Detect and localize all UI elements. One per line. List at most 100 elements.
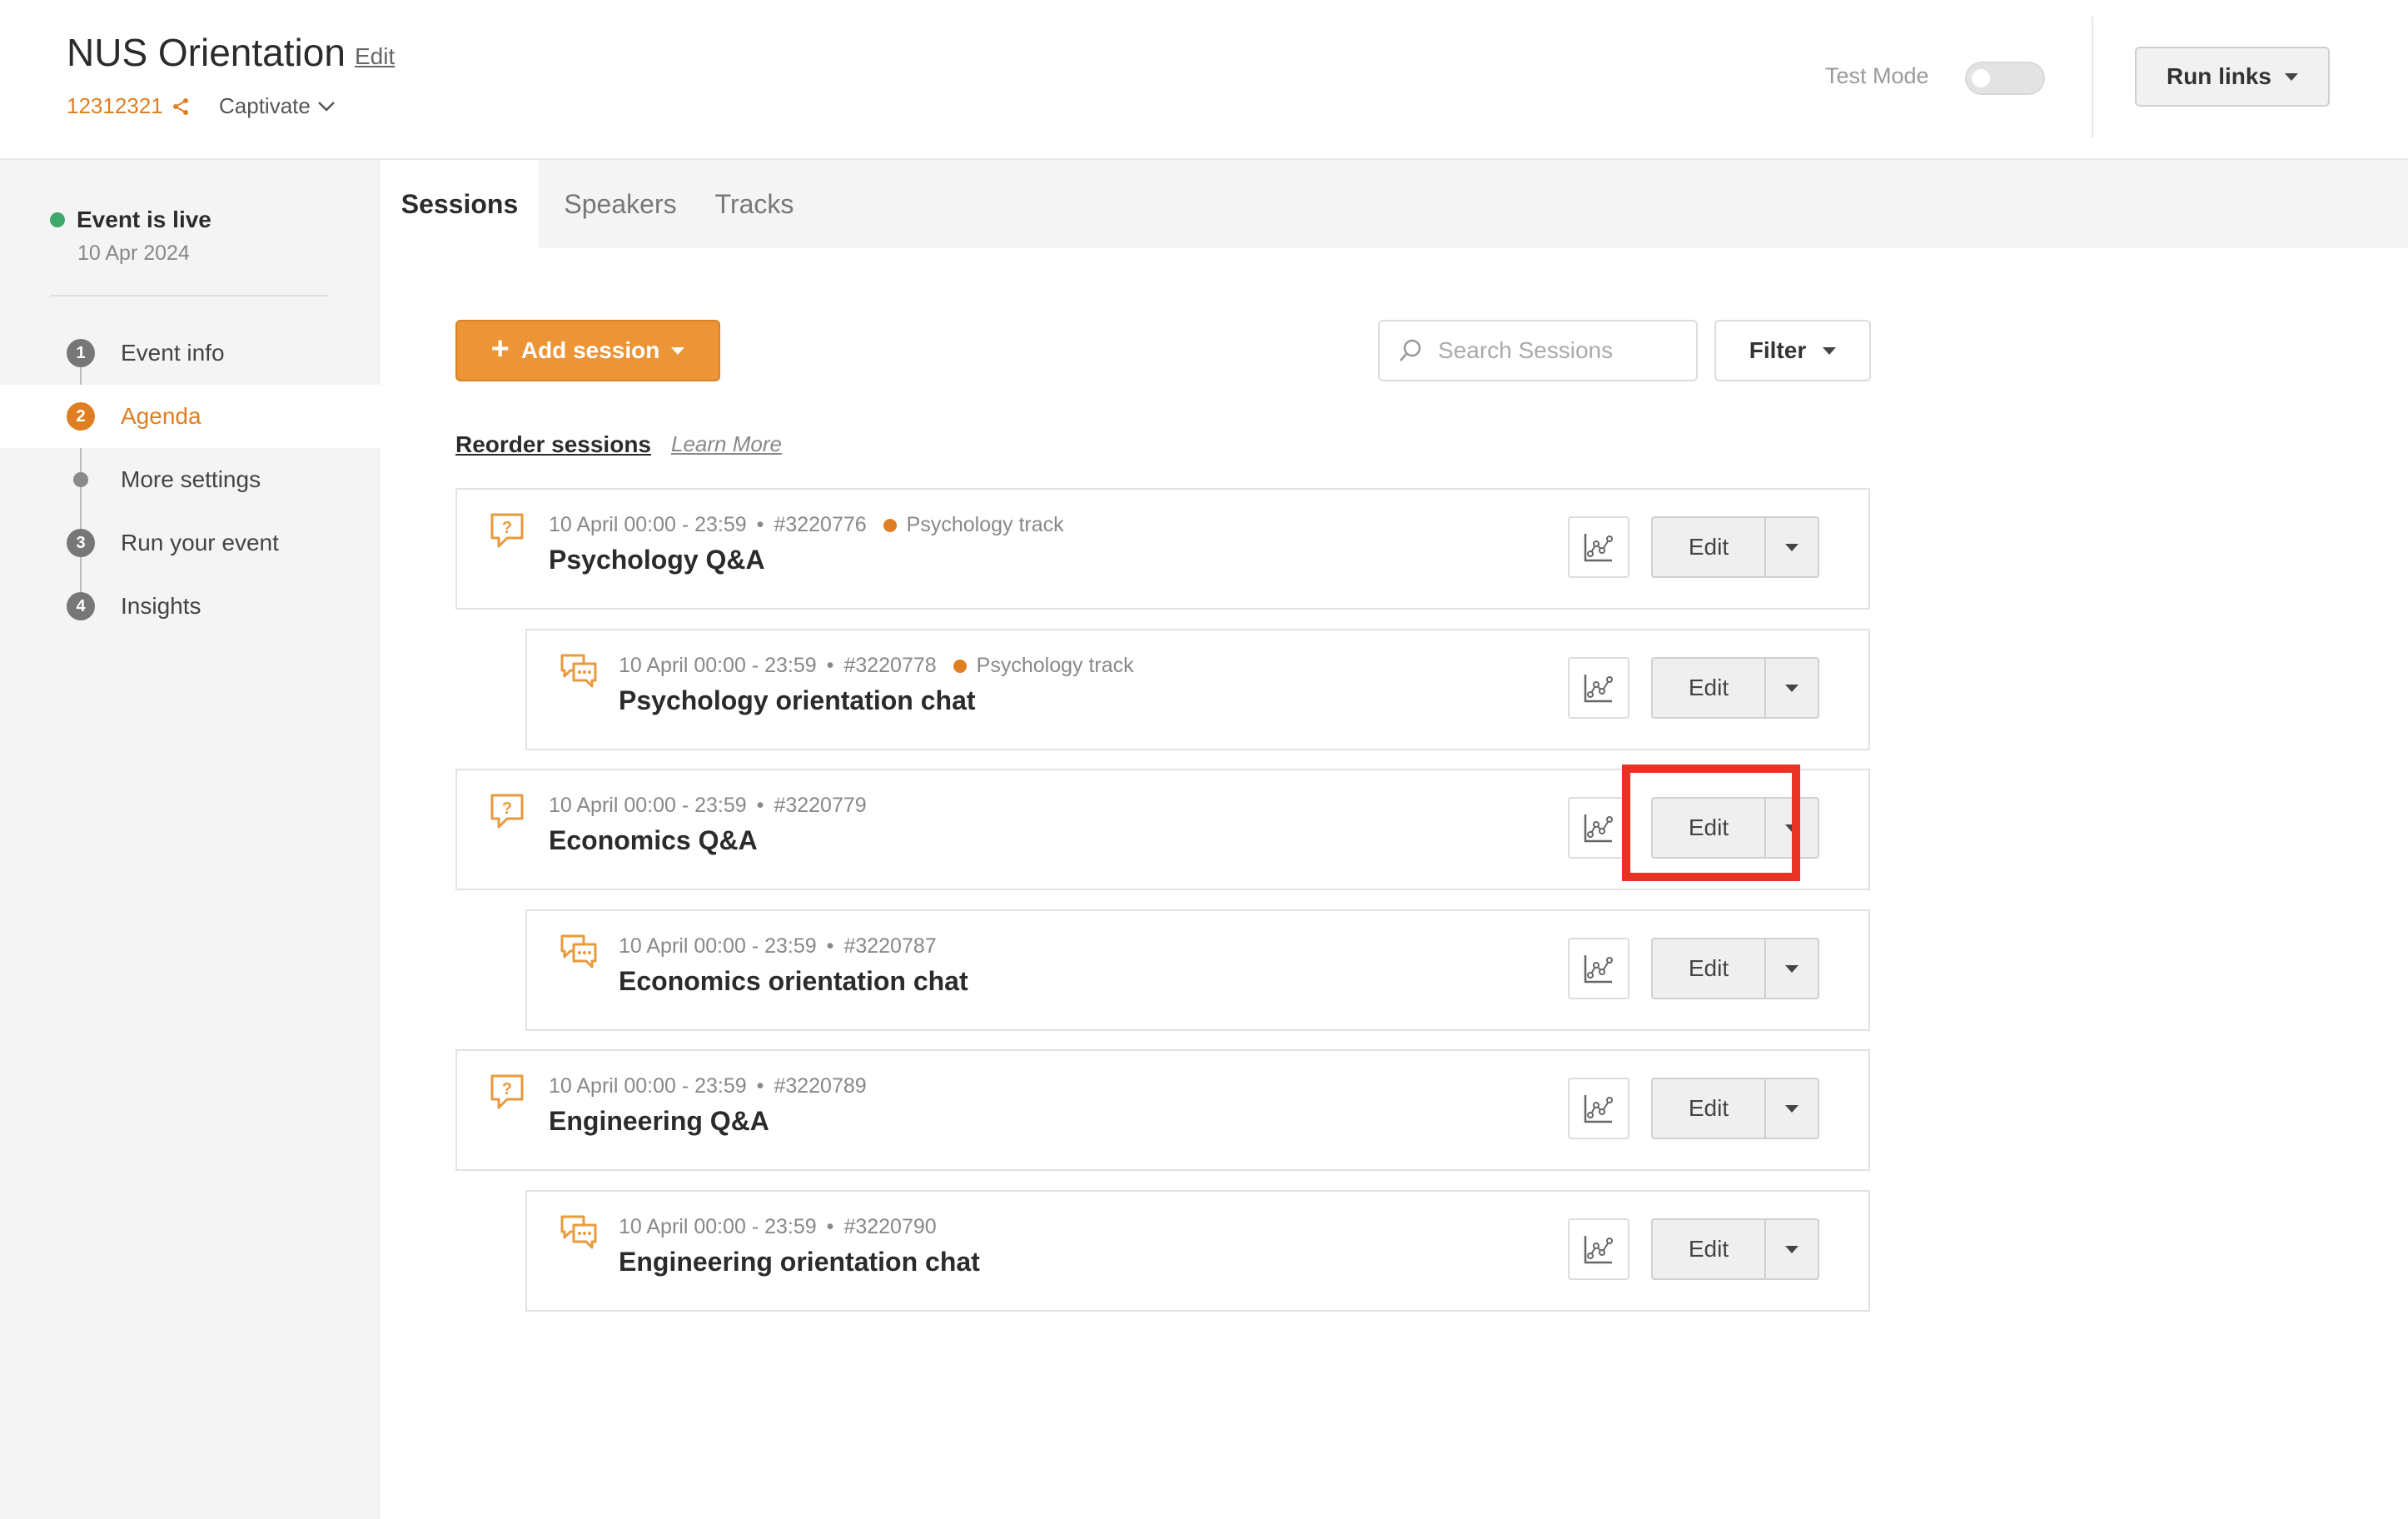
separator-dot: • (826, 934, 834, 958)
chat-icon (560, 654, 597, 688)
analytics-button[interactable] (1568, 516, 1629, 578)
separator-dot: • (826, 654, 834, 677)
session-meta: 10 April 00:00 - 23:59 • #3220778 Psycho… (619, 654, 1134, 678)
session-id: #3220787 (843, 934, 937, 958)
tab-sessions[interactable]: Sessions (381, 160, 539, 248)
caret-down-icon (2285, 72, 2298, 81)
session-title[interactable]: Engineering orientation chat (619, 1247, 980, 1277)
session-title[interactable]: Economics Q&A (549, 825, 758, 856)
sidebar-item-more-settings[interactable]: More settings (0, 448, 381, 511)
session-title[interactable]: Psychology Q&A (549, 545, 765, 575)
session-row[interactable]: 10 April 00:00 - 23:59 • #3220778 Psycho… (525, 629, 1870, 750)
chart-icon (1584, 534, 1613, 562)
test-mode-label: Test Mode (1825, 63, 1929, 88)
edit-title-link[interactable]: Edit (355, 43, 395, 70)
edit-button[interactable]: Edit (1653, 939, 1766, 998)
learn-more-link[interactable]: Learn More (671, 431, 782, 457)
edit-button[interactable]: Edit (1653, 799, 1766, 857)
test-mode-toggle[interactable] (1965, 62, 2045, 95)
edit-dropdown-toggle[interactable] (1766, 518, 1818, 576)
edit-button[interactable]: Edit (1653, 659, 1766, 717)
edit-button-group: Edit (1651, 516, 1819, 578)
chart-icon (1584, 955, 1613, 984)
live-indicator-icon (50, 212, 65, 227)
analytics-button[interactable] (1568, 657, 1629, 719)
svg-text:?: ? (502, 799, 512, 818)
question-icon: ? (490, 794, 524, 829)
session-row[interactable]: 10 April 00:00 - 23:59 • #3220787 Econom… (525, 909, 1870, 1031)
search-input[interactable] (1436, 336, 1689, 365)
event-live-label: Event is live (77, 207, 211, 232)
session-track: Psychology track (976, 654, 1134, 677)
reorder-sessions-link[interactable]: Reorder sessions (455, 431, 651, 458)
sidebar-item-label: Event info (121, 340, 225, 366)
page-header: NUS Orientation Edit 12312321 Captivate … (0, 0, 2408, 160)
session-row[interactable]: 10 April 00:00 - 23:59 • #3220790 Engine… (525, 1190, 1870, 1312)
chat-icon (560, 1215, 597, 1249)
session-title[interactable]: Engineering Q&A (549, 1106, 769, 1137)
session-time: 10 April 00:00 - 23:59 (549, 1074, 747, 1098)
session-time: 10 April 00:00 - 23:59 (549, 794, 747, 817)
sidebar-item-agenda[interactable]: 2 Agenda (0, 385, 381, 448)
run-links-label: Run links (2166, 63, 2271, 89)
session-id: #3220789 (774, 1074, 867, 1098)
edit-dropdown-toggle[interactable] (1766, 1079, 1818, 1138)
filter-button[interactable]: Filter (1714, 320, 1871, 381)
svg-text:?: ? (502, 1080, 512, 1098)
separator-dot: • (756, 794, 764, 817)
run-links-button[interactable]: Run links (2135, 47, 2330, 107)
add-session-button[interactable]: + Add session (455, 320, 720, 381)
edit-button[interactable]: Edit (1653, 1220, 1766, 1278)
caret-down-icon (1785, 824, 1799, 832)
step-number: 4 (67, 592, 95, 620)
edit-button-group: Edit (1651, 938, 1819, 999)
sidebar-item-event-info[interactable]: 1 Event info (0, 321, 381, 385)
search-box[interactable] (1378, 320, 1698, 381)
brand-dropdown[interactable]: Captivate (219, 93, 336, 119)
event-code-value: 12312321 (67, 93, 163, 118)
edit-dropdown-toggle[interactable] (1766, 799, 1818, 857)
chart-icon (1584, 1236, 1613, 1264)
sidebar-item-insights[interactable]: 4 Insights (0, 575, 381, 638)
caret-down-icon (1823, 346, 1837, 355)
sidebar-item-run-your-event[interactable]: 3 Run your event (0, 511, 381, 575)
session-time: 10 April 00:00 - 23:59 (619, 1215, 817, 1238)
session-id: #3220778 (843, 654, 937, 677)
share-icon[interactable] (172, 97, 190, 116)
caret-down-icon (671, 346, 685, 355)
caret-down-icon (1785, 1104, 1799, 1113)
plus-icon: + (490, 331, 510, 366)
session-title[interactable]: Economics orientation chat (619, 966, 968, 997)
session-row[interactable]: ? 10 April 00:00 - 23:59 • #3220776 Psyc… (455, 488, 1870, 610)
analytics-button[interactable] (1568, 1218, 1629, 1280)
edit-button-group: Edit (1651, 1078, 1819, 1139)
event-code[interactable]: 12312321 (67, 93, 190, 119)
edit-button[interactable]: Edit (1653, 518, 1766, 576)
analytics-button[interactable] (1568, 797, 1629, 859)
edit-button-group: Edit (1651, 657, 1819, 719)
analytics-button[interactable] (1568, 938, 1629, 999)
sidebar: Event is live 10 Apr 2024 1 Event info 2… (0, 160, 381, 1519)
svg-text:?: ? (502, 519, 512, 537)
header-divider (2092, 17, 2093, 138)
edit-dropdown-toggle[interactable] (1766, 659, 1818, 717)
question-icon: ? (490, 513, 524, 548)
session-id: #3220779 (774, 794, 867, 817)
edit-button-group: Edit (1651, 1218, 1819, 1280)
caret-down-icon (1785, 684, 1799, 692)
analytics-button[interactable] (1568, 1078, 1629, 1139)
session-row[interactable]: ? 10 April 00:00 - 23:59 • #3220789 Engi… (455, 1049, 1870, 1171)
edit-dropdown-toggle[interactable] (1766, 939, 1818, 998)
tab-speakers[interactable]: Speakers (547, 160, 694, 248)
edit-dropdown-toggle[interactable] (1766, 1220, 1818, 1278)
session-id: #3220776 (774, 513, 867, 536)
toggle-knob (1972, 69, 1990, 87)
tab-tracks[interactable]: Tracks (694, 160, 815, 248)
session-title[interactable]: Psychology orientation chat (619, 685, 976, 716)
event-live-status: Event is live (50, 207, 211, 233)
edit-button[interactable]: Edit (1653, 1079, 1766, 1138)
session-row[interactable]: ? 10 April 00:00 - 23:59 • #3220779 Econ… (455, 769, 1870, 890)
session-time: 10 April 00:00 - 23:59 (549, 513, 747, 536)
sidebar-item-label: Insights (121, 593, 201, 619)
chat-icon (560, 934, 597, 969)
